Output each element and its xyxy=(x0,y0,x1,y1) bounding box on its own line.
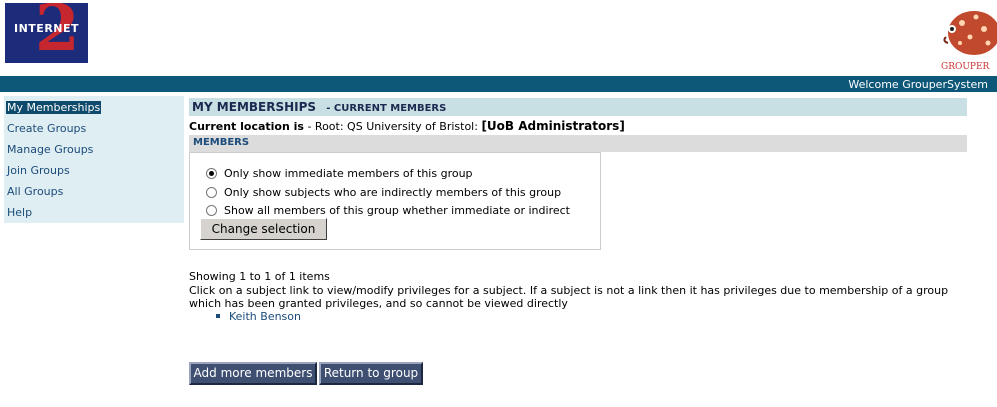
grouper-label: GROUPER xyxy=(941,62,990,72)
filter-option-label: Only show subjects who are indirectly me… xyxy=(224,186,562,199)
location-group: [UoB Administrators] xyxy=(481,119,625,133)
sidebar-menu: My Memberships Create Groups Manage Grou… xyxy=(4,96,184,223)
filter-option-immediate[interactable]: Only show immediate members of this grou… xyxy=(206,167,473,180)
filter-option-label: Only show immediate members of this grou… xyxy=(224,167,473,180)
filter-option-all[interactable]: Show all members of this group whether i… xyxy=(206,204,570,217)
results-info: Click on a subject link to view/modify p… xyxy=(189,284,949,310)
bullet-icon xyxy=(216,314,220,318)
internet2-logo: 2 INTERNET xyxy=(5,3,88,63)
change-selection-button[interactable]: Change selection xyxy=(200,218,327,240)
grouper-fish-icon xyxy=(943,11,997,55)
sidebar-item-join-groups[interactable]: Join Groups xyxy=(7,164,70,177)
location-path: - Root: QS University of Bristol: xyxy=(303,120,482,133)
radio-indirect[interactable] xyxy=(206,186,217,198)
return-to-group-button[interactable]: Return to group xyxy=(319,362,423,385)
filter-option-label: Show all members of this group whether i… xyxy=(224,204,570,217)
members-filter-panel: Only show immediate members of this grou… xyxy=(189,152,601,250)
add-members-button[interactable]: Add more members xyxy=(189,362,317,385)
filter-option-indirect[interactable]: Only show subjects who are indirectly me… xyxy=(206,186,561,199)
welcome-text: Welcome GrouperSystem xyxy=(848,78,988,91)
results-count: Showing 1 to 1 of 1 items xyxy=(189,270,330,283)
members-heading: MEMBERS xyxy=(189,135,967,152)
logo-text: INTERNET xyxy=(14,22,80,35)
sidebar-item-my-memberships[interactable]: My Memberships xyxy=(6,101,102,114)
page-subtitle: - CURRENT MEMBERS xyxy=(326,103,447,114)
radio-all[interactable] xyxy=(206,204,217,216)
sidebar-item-all-groups[interactable]: All Groups xyxy=(7,185,63,198)
members-heading-text: MEMBERS xyxy=(193,137,250,148)
sidebar-item-manage-groups[interactable]: Manage Groups xyxy=(7,143,93,156)
welcome-bar: Welcome GrouperSystem xyxy=(0,76,997,92)
current-location: Current location is - Root: QS Universit… xyxy=(189,119,625,133)
list-item: Keith Benson xyxy=(216,310,301,323)
page-title: MY MEMBERSHIPS xyxy=(192,100,317,114)
page-heading: MY MEMBERSHIPS - CURRENT MEMBERS xyxy=(189,98,967,116)
sidebar-item-help[interactable]: Help xyxy=(7,206,32,219)
subject-link[interactable]: Keith Benson xyxy=(229,310,301,323)
sidebar-item-create-groups[interactable]: Create Groups xyxy=(7,122,86,135)
location-label: Current location is xyxy=(189,120,304,133)
radio-immediate[interactable] xyxy=(206,167,217,179)
